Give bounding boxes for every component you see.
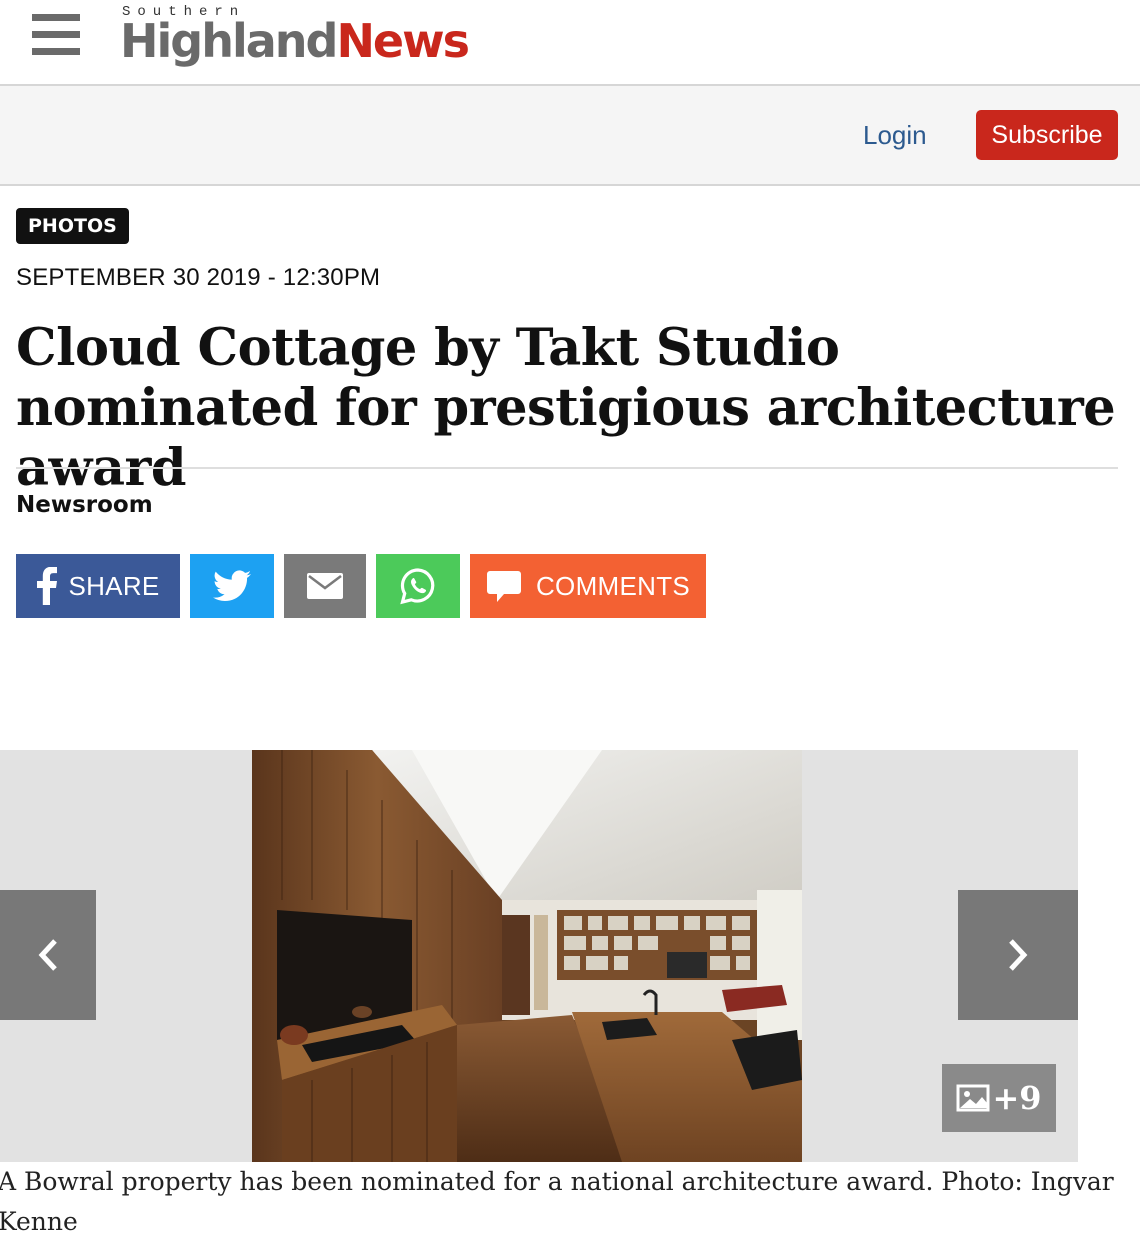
interior-photo-illustration	[252, 750, 802, 1162]
gallery-more-count: +9	[992, 1079, 1042, 1117]
facebook-share-button[interactable]: SHARE	[16, 554, 180, 618]
photo-gallery: +9	[0, 750, 1078, 1162]
whatsapp-share-button[interactable]	[376, 554, 460, 618]
gallery-prev-button[interactable]	[0, 890, 96, 1020]
logo-news: News	[336, 14, 470, 68]
publish-date: SEPTEMBER 30 2019 - 12:30PM	[16, 264, 381, 291]
comments-label: COMMENTS	[535, 570, 691, 601]
logo-wordmark: HighlandNews	[120, 14, 470, 68]
subscribe-button[interactable]: Subscribe	[976, 110, 1118, 160]
site-header: Southern HighlandNews	[0, 0, 1140, 86]
divider	[16, 467, 1118, 469]
email-share-button[interactable]	[284, 554, 366, 618]
site-logo[interactable]: Southern HighlandNews	[120, 4, 520, 74]
whatsapp-icon	[400, 568, 435, 605]
article-headline: Cloud Cottage by Takt Studio nominated f…	[16, 318, 1116, 498]
logo-highland: Highland	[120, 14, 338, 68]
menu-icon[interactable]	[32, 14, 80, 62]
gallery-next-button[interactable]	[958, 890, 1078, 1020]
category-badge[interactable]: PHOTOS	[16, 208, 129, 244]
account-bar: Login Subscribe	[0, 86, 1140, 186]
comments-button[interactable]: COMMENTS	[470, 554, 706, 618]
gallery-count-button[interactable]: +9	[942, 1064, 1056, 1132]
comment-bubble-icon	[486, 571, 521, 602]
chevron-left-icon	[38, 939, 57, 971]
author-byline[interactable]: Newsroom	[16, 492, 153, 518]
twitter-icon	[213, 570, 251, 602]
facebook-icon	[37, 567, 58, 605]
image-icon	[956, 1084, 990, 1112]
chevron-right-icon	[1009, 939, 1028, 971]
photo-caption: A Bowral property has been nominated for…	[0, 1167, 1114, 1236]
facebook-share-label: SHARE	[68, 570, 160, 601]
gallery-photo[interactable]	[252, 750, 802, 1162]
email-icon	[307, 573, 343, 599]
login-link[interactable]: Login	[863, 120, 927, 151]
twitter-share-button[interactable]	[190, 554, 274, 618]
